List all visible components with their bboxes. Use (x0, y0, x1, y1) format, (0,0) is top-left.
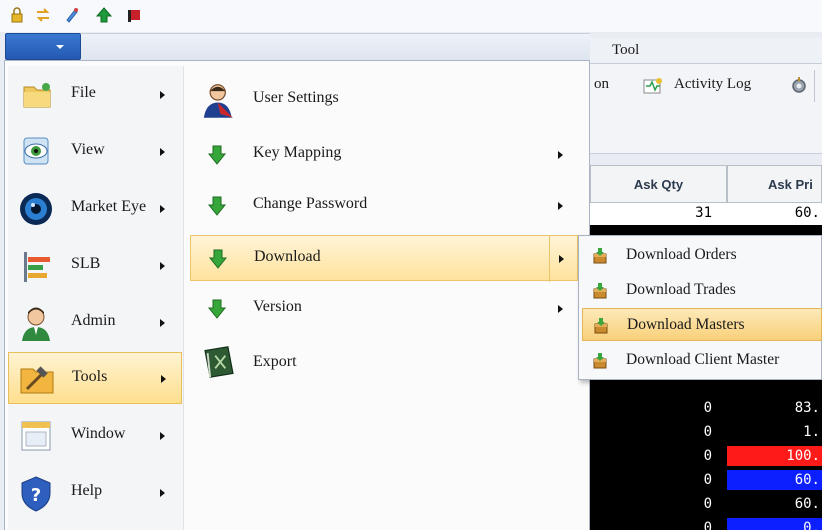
bars-icon (24, 252, 50, 282)
settings-gear-icon[interactable] (790, 76, 808, 96)
ribbon-partial-label[interactable]: on (594, 76, 609, 93)
green-down-arrow-icon (207, 299, 227, 319)
download-box-icon (594, 318, 608, 334)
menu-item-market-eye[interactable]: Market Eye (8, 183, 182, 235)
tools-hammer-icon (20, 366, 54, 394)
menu-item-label: Admin (71, 312, 116, 329)
cell-ask-price[interactable]: 100. (727, 446, 822, 466)
menu-item-version[interactable]: Version (190, 286, 578, 332)
menu-item-file[interactable]: File (8, 69, 182, 121)
menu-item-label: User Settings (253, 89, 339, 106)
green-up-arrow-icon[interactable] (96, 7, 112, 23)
folder-icon (23, 83, 51, 108)
chevron-right-icon (160, 319, 165, 327)
cell-ask-price[interactable]: 1. (727, 422, 822, 442)
menu-item-label: Key Mapping (253, 144, 342, 161)
download-box-icon (593, 353, 607, 369)
menu-item-admin[interactable]: Admin (8, 297, 182, 349)
menu-item-key-mapping[interactable]: Key Mapping (190, 132, 578, 178)
cell-ask-qty[interactable]: 0 (590, 518, 720, 530)
quick-access-toolbar (0, 0, 822, 32)
menu-item-change-password[interactable]: Change Password (190, 183, 578, 229)
cell-ask-qty[interactable]: 0 (590, 470, 720, 490)
column-header-ask-qty[interactable]: Ask Qty (590, 165, 727, 203)
submenu-item-label: Download Orders (626, 246, 737, 263)
menu-item-help[interactable]: ? Help (8, 467, 182, 519)
submenu-item-label: Download Trades (626, 281, 736, 298)
chevron-down-icon (56, 45, 64, 49)
exchange-arrows-icon[interactable] (35, 7, 51, 23)
market-eye-icon (20, 193, 52, 225)
menu-item-window[interactable]: Window (8, 410, 182, 462)
menu-item-download[interactable]: Download (190, 235, 579, 282)
cell-ask-price[interactable]: 60. (727, 494, 822, 514)
cell-ask-qty[interactable]: 31 (590, 203, 720, 223)
menu-item-label: Export (253, 353, 297, 370)
cell-ask-qty[interactable]: 0 (590, 422, 720, 442)
submenu-item-download-trades[interactable]: Download Trades (582, 274, 822, 307)
menu-item-slb[interactable]: SLB (8, 240, 182, 292)
user-settings-icon (203, 84, 233, 118)
tab-tool[interactable]: Tool (612, 42, 639, 59)
cell-ask-price[interactable]: 60. (727, 203, 822, 223)
chevron-right-icon (161, 375, 166, 383)
window-icon (21, 421, 51, 451)
chevron-right-icon (160, 432, 165, 440)
activity-log-icon[interactable] (642, 76, 664, 96)
menu-item-user-settings[interactable]: User Settings (190, 77, 578, 123)
menu-item-label: View (71, 141, 105, 158)
chevron-right-icon (558, 151, 563, 159)
export-book-icon (204, 346, 234, 378)
menu-item-export[interactable]: Export (190, 341, 578, 387)
cell-ask-qty[interactable]: 0 (590, 398, 720, 418)
menu-item-label: Market Eye (71, 198, 147, 215)
download-box-icon (593, 248, 607, 264)
green-down-arrow-icon (208, 249, 228, 269)
submenu-item-label: Download Client Master (626, 351, 780, 368)
help-shield-icon: ? (21, 476, 51, 512)
menu-item-view[interactable]: View (8, 126, 182, 178)
menu-item-label: Download (254, 248, 321, 265)
cell-ask-price[interactable]: 60. (727, 470, 822, 490)
chevron-right-icon (160, 148, 165, 156)
submenu-item-label: Download Masters (627, 316, 745, 333)
cell-ask-qty[interactable]: 0 (590, 494, 720, 514)
cell-ask-price[interactable]: 83. (727, 398, 822, 418)
menu-item-tools[interactable]: Tools (8, 352, 182, 404)
chevron-right-icon (160, 262, 165, 270)
green-down-arrow-icon (207, 145, 227, 165)
chevron-right-icon (160, 489, 165, 497)
green-down-arrow-icon (207, 196, 227, 216)
submenu-item-download-orders[interactable]: Download Orders (582, 239, 822, 272)
menu-item-label: Tools (72, 368, 108, 385)
chevron-right-icon (558, 202, 563, 210)
menu-item-label: Version (253, 298, 302, 315)
download-box-icon (593, 283, 607, 299)
column-header-ask-price[interactable]: Ask Pri (727, 165, 822, 203)
svg-text:?: ? (31, 485, 41, 506)
eye-icon (23, 137, 49, 165)
admin-user-icon (22, 307, 50, 341)
ribbon-separator (814, 70, 815, 102)
chevron-right-icon (160, 91, 165, 99)
pen-icon[interactable] (64, 7, 80, 23)
red-flag-icon[interactable] (126, 7, 142, 23)
chevron-right-icon (559, 255, 564, 263)
submenu-item-download-masters[interactable]: Download Masters (582, 308, 822, 341)
menu-item-label: Help (71, 482, 103, 499)
submenu-arrow-box[interactable] (549, 236, 579, 282)
cell-ask-qty[interactable]: 0 (590, 446, 720, 466)
menu-item-label: SLB (71, 255, 101, 272)
menu-item-label: Window (71, 425, 126, 442)
chevron-right-icon (558, 305, 563, 313)
menu-item-label: Change Password (253, 195, 368, 212)
application-menu-button[interactable] (5, 33, 81, 60)
activity-log-button[interactable]: Activity Log (674, 76, 751, 93)
lock-icon[interactable] (9, 7, 25, 23)
menu-item-label: File (71, 84, 96, 101)
chevron-right-icon (160, 205, 165, 213)
submenu-item-download-client-master[interactable]: Download Client Master (582, 344, 822, 377)
cell-ask-price[interactable]: 0. (727, 518, 822, 530)
menu-header-strip (81, 33, 590, 61)
